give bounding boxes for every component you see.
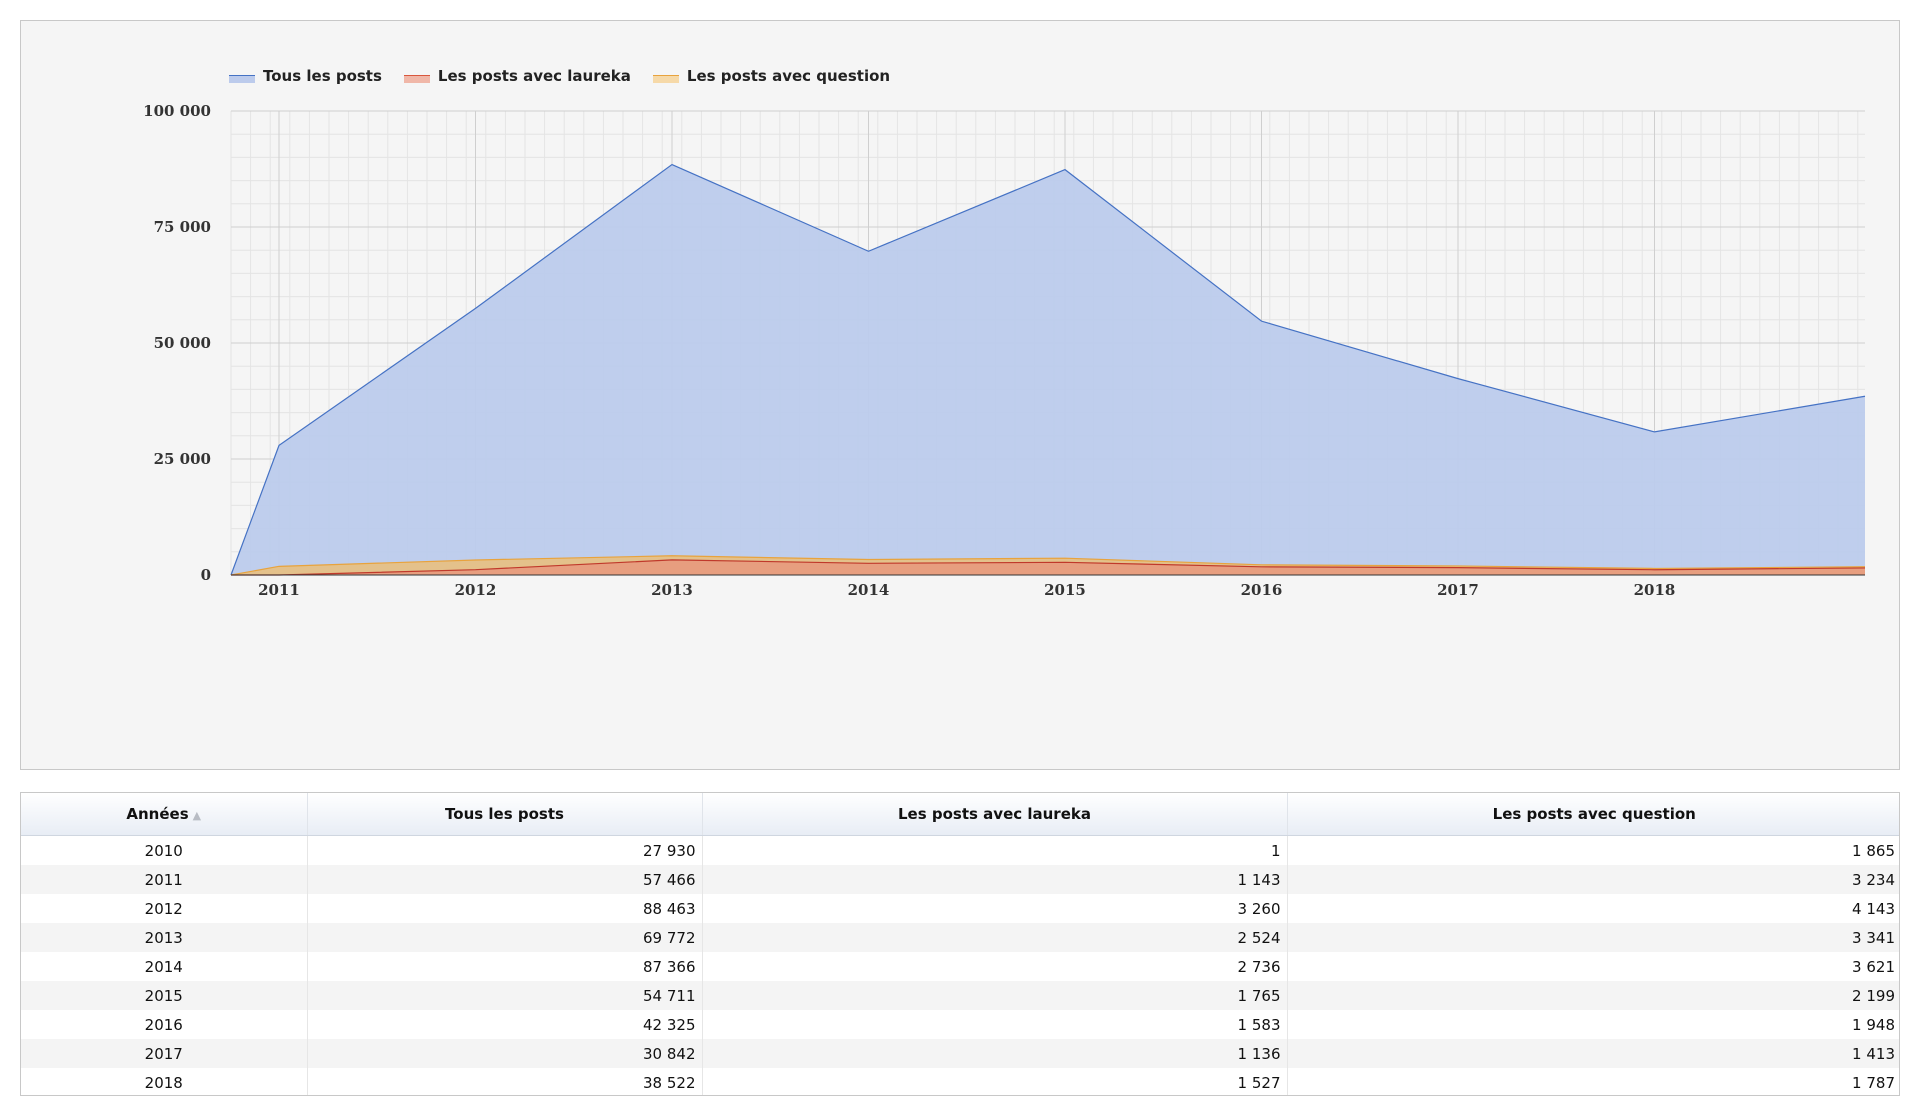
x-tick-label: 2014 <box>848 581 890 599</box>
table-cell: 57 466 <box>307 865 703 894</box>
table-cell: 38 522 <box>307 1068 703 1095</box>
y-tick-label: 0 <box>201 566 211 584</box>
x-tick-label: 2016 <box>1241 581 1283 599</box>
table-cell: 2 736 <box>702 952 1288 981</box>
table-cell: 4 143 <box>1287 894 1899 923</box>
table-cell: 1 527 <box>702 1068 1288 1095</box>
table-row: 2015 54 711 1 765 2 199 <box>21 981 1899 1010</box>
table-cell: 2015 <box>21 981 308 1010</box>
table-cell: 2017 <box>21 1039 308 1068</box>
y-tick-label: 25 000 <box>154 450 211 468</box>
table-cell: 2013 <box>21 923 308 952</box>
table-cell: 69 772 <box>307 923 703 952</box>
table-cell: 1 <box>702 835 1288 865</box>
y-tick-label: 100 000 <box>143 102 211 120</box>
x-tick-label: 2012 <box>455 581 497 599</box>
table-row: 2017 30 842 1 136 1 413 <box>21 1039 1899 1068</box>
table-row: 2014 87 366 2 736 3 621 <box>21 952 1899 981</box>
header-annees-label: Années <box>126 805 189 823</box>
table-cell: 3 621 <box>1287 952 1899 981</box>
table-cell: 27 930 <box>307 835 703 865</box>
table-cell: 2 199 <box>1287 981 1899 1010</box>
table-cell: 2012 <box>21 894 308 923</box>
table-cell: 1 865 <box>1287 835 1899 865</box>
table-cell: 87 366 <box>307 952 703 981</box>
table-cell: 88 463 <box>307 894 703 923</box>
table-cell: 42 325 <box>307 1010 703 1039</box>
table-cell: 3 234 <box>1287 865 1899 894</box>
header-laureka[interactable]: Les posts avec laureka <box>702 793 1288 836</box>
table-row: 2013 69 772 2 524 3 341 <box>21 923 1899 952</box>
table-row: 2016 42 325 1 583 1 948 <box>21 1010 1899 1039</box>
header-tous[interactable]: Tous les posts <box>307 793 703 836</box>
table-cell: 1 787 <box>1287 1068 1899 1095</box>
x-tick-label: 2018 <box>1634 581 1676 599</box>
table-cell: 54 711 <box>307 981 703 1010</box>
table-row: 2012 88 463 3 260 4 143 <box>21 894 1899 923</box>
table-body: 2010 27 930 1 1 865 2011 57 466 1 143 3 234 2012… <box>21 835 1899 1095</box>
table-cell: 2011 <box>21 865 308 894</box>
sort-up-icon: ▲ <box>192 809 202 822</box>
table-cell: 2010 <box>21 835 308 865</box>
table-cell: 1 136 <box>702 1039 1288 1068</box>
x-tick-label: 2011 <box>258 581 300 599</box>
table-row: 2018 38 522 1 527 1 787 <box>21 1068 1899 1095</box>
table-cell: 2016 <box>21 1010 308 1039</box>
header-question[interactable]: Les posts avec question <box>1287 793 1899 836</box>
chart-panel: Tous les posts Les posts avec laureka Le… <box>20 20 1900 770</box>
table-cell: 1 765 <box>702 981 1288 1010</box>
table-row: 2010 27 930 1 1 865 <box>21 835 1899 865</box>
table-cell: 2 524 <box>702 923 1288 952</box>
table-cell: 1 948 <box>1287 1010 1899 1039</box>
table-cell: 2014 <box>21 952 308 981</box>
header-annees[interactable]: Années ▲ <box>21 793 308 836</box>
table-cell: 1 413 <box>1287 1039 1899 1068</box>
table-cell: 1 583 <box>702 1010 1288 1039</box>
data-table: Années ▲ Tous les posts Les posts avec la… <box>20 792 1900 1096</box>
table-cell: 3 341 <box>1287 923 1899 952</box>
table-cell: 3 260 <box>702 894 1288 923</box>
x-tick-label: 2017 <box>1437 581 1479 599</box>
y-tick-label: 50 000 <box>154 334 211 352</box>
x-tick-label: 2015 <box>1044 581 1086 599</box>
table-header-row: Années ▲ Tous les posts Les posts avec la… <box>21 793 1899 836</box>
y-tick-label: 75 000 <box>154 218 211 236</box>
table-cell: 1 143 <box>702 865 1288 894</box>
table-row: 2011 57 466 1 143 3 234 <box>21 865 1899 894</box>
table-cell: 30 842 <box>307 1039 703 1068</box>
area-chart: 100 000 75 000 50 000 25 000 0 2011 2012 2013 20… <box>143 102 1866 599</box>
series-area-0 <box>231 164 1865 575</box>
table-cell: 2018 <box>21 1068 308 1095</box>
x-tick-label: 2013 <box>651 581 693 599</box>
